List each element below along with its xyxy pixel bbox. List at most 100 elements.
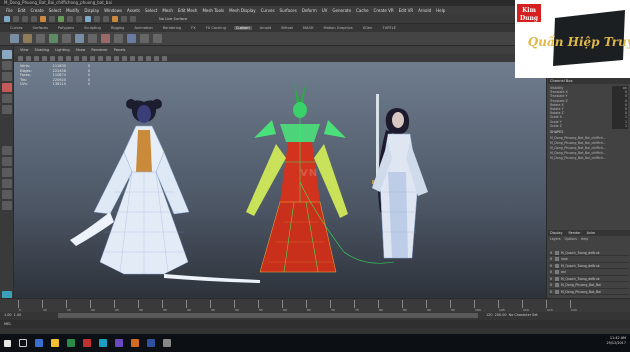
render-icon[interactable] <box>112 15 118 22</box>
scale-tool-icon[interactable] <box>2 105 12 114</box>
windows-start-icon[interactable] <box>4 339 11 347</box>
layer-color-swatch[interactable] <box>555 250 559 255</box>
move-tool-icon[interactable] <box>2 83 12 92</box>
layer-row[interactable]: Vani <box>549 270 629 276</box>
character-left[interactable] <box>70 99 260 283</box>
undo-icon[interactable] <box>40 15 46 22</box>
taskbar-app-icon[interactable] <box>35 339 43 347</box>
taskbar-app-icon[interactable] <box>147 339 155 347</box>
layer-visibility-toggle[interactable]: V <box>549 257 553 261</box>
render-settings-icon[interactable] <box>130 15 136 22</box>
shelf-tool-icon[interactable] <box>62 34 71 43</box>
shelf-tab[interactable]: Custom <box>233 26 252 30</box>
anti-aliasing-icon[interactable] <box>146 55 151 61</box>
ipr-render-icon[interactable] <box>121 15 127 22</box>
use-lights-icon[interactable] <box>114 55 119 61</box>
viewport-menu-item[interactable]: View <box>20 48 29 52</box>
layer-menu-item[interactable]: Layers <box>550 237 561 241</box>
redo-icon[interactable] <box>49 15 55 22</box>
layer-tab[interactable]: Display <box>550 231 563 235</box>
command-line[interactable]: MEL <box>0 320 630 328</box>
character-right[interactable] <box>372 94 428 259</box>
menu-item[interactable]: Generate <box>332 8 351 13</box>
menu-item[interactable]: File <box>6 8 13 13</box>
graph-layout-icon[interactable] <box>2 190 12 199</box>
menu-item[interactable]: Assets <box>127 8 140 13</box>
shelf-tool-icon[interactable] <box>49 34 58 43</box>
layer-row[interactable]: V M_Dong_Phuong_Bat_Bai <box>549 289 629 295</box>
layout-single-icon[interactable] <box>2 146 12 155</box>
shelf-tool-icon[interactable] <box>127 34 136 43</box>
layer-visibility-toggle[interactable]: V <box>549 264 553 268</box>
taskbar-app-icon[interactable] <box>83 339 91 347</box>
search-icon[interactable] <box>19 339 27 347</box>
taskbar-clock[interactable]: 11:42 AM 29/12/2017 <box>606 336 626 346</box>
range-start-field[interactable]: 1.00 1.00 <box>4 313 21 317</box>
shelf-tool-icon[interactable] <box>153 34 162 43</box>
shelf-tool-icon[interactable] <box>75 34 84 43</box>
snap-curve-icon[interactable] <box>94 15 100 22</box>
menu-item[interactable]: UV <box>322 8 328 13</box>
layer-row[interactable]: V M_Quach_Tuong_deBruk <box>549 250 629 256</box>
taskbar-app-icon[interactable] <box>67 339 75 347</box>
camera-attributes-icon[interactable] <box>26 55 31 61</box>
shelf-tool-icon[interactable] <box>36 34 45 43</box>
layer-row[interactable]: V M_Quach_Tuong_deBruk <box>549 276 629 282</box>
menu-item[interactable]: Select <box>145 8 157 13</box>
ambient-occlusion-icon[interactable] <box>130 55 135 61</box>
wireframe-icon[interactable] <box>82 55 87 61</box>
layer-menu-item[interactable]: Options <box>565 237 577 241</box>
taskbar-app-icon[interactable] <box>163 339 171 347</box>
xray-icon[interactable] <box>162 55 167 61</box>
layer-color-swatch[interactable] <box>555 276 559 281</box>
menu-item[interactable]: Cache <box>356 8 368 13</box>
wireframe-on-shaded-icon[interactable] <box>98 55 103 61</box>
menu-item[interactable]: Select <box>49 8 61 13</box>
shelf-tab[interactable]: Bifrost <box>279 26 295 30</box>
channel-attribute[interactable]: Scale Z 1 <box>550 123 628 129</box>
textured-icon[interactable] <box>106 55 111 61</box>
menu-item[interactable]: Display <box>84 8 99 13</box>
shelf-tab[interactable]: Arnold <box>258 26 274 30</box>
shelf-tab[interactable]: TURTLE <box>380 26 398 30</box>
menu-item[interactable]: Create <box>30 8 43 13</box>
layer-color-swatch[interactable] <box>555 263 559 268</box>
shelf-tab[interactable]: Animation <box>132 26 154 30</box>
menu-item[interactable]: Edit Mesh <box>178 8 198 13</box>
menu-item[interactable]: Create VR <box>374 8 394 13</box>
layer-tab[interactable]: Render <box>569 231 581 235</box>
motion-blur-icon[interactable] <box>138 55 143 61</box>
viewport-menu-item[interactable]: Show <box>76 48 86 52</box>
maya-taskbar-icon[interactable] <box>99 339 107 347</box>
menu-item[interactable]: Surfaces <box>280 8 297 13</box>
menu-item[interactable]: Edit <box>18 8 26 13</box>
taskbar-app-icon[interactable] <box>115 339 123 347</box>
character-center[interactable] <box>246 82 395 273</box>
menu-item[interactable]: Curves <box>261 8 275 13</box>
layer-color-swatch[interactable] <box>555 270 559 274</box>
menu-item[interactable]: Mesh <box>162 8 173 13</box>
outliner-layout-icon[interactable] <box>2 179 12 188</box>
smooth-shade-icon[interactable] <box>90 55 95 61</box>
shelf-tab[interactable]: FX Caching <box>204 26 228 30</box>
layer-visibility-toggle[interactable]: V <box>549 270 553 274</box>
shape-item[interactable]: M_Dong_Phuong_Bat_Bai_chiffich... <box>550 141 626 145</box>
layer-row[interactable]: V M_Dong_Phuong_Bat_Bai <box>549 283 629 289</box>
select-tool-icon[interactable] <box>2 50 12 59</box>
shelf-tool-icon[interactable] <box>114 34 123 43</box>
range-end-field[interactable]: 120 200.00 No Character Set <box>486 313 538 317</box>
lasso-tool-icon[interactable] <box>2 61 12 70</box>
film-gate-icon[interactable] <box>58 55 63 61</box>
select-object-icon[interactable] <box>67 15 73 22</box>
snap-point-icon[interactable] <box>103 15 109 22</box>
shape-item[interactable]: M_Dong_Phuong_Bat_Bai_chiffich... <box>550 136 626 140</box>
layout-four-icon[interactable] <box>2 157 12 166</box>
viewport-menu-item[interactable]: Renderer <box>91 48 107 52</box>
shadows-icon[interactable] <box>122 55 127 61</box>
shelf-tool-icon[interactable] <box>101 34 110 43</box>
viewport-menu-item[interactable]: Lighting <box>55 48 70 52</box>
shelf-tool-icon[interactable] <box>140 34 149 43</box>
layout-side-icon[interactable] <box>2 168 12 177</box>
shape-item[interactable]: M_Dong_Phuong_Bat_Bai_chiffich... <box>550 156 626 160</box>
layer-menu-item[interactable]: Help <box>581 237 588 241</box>
